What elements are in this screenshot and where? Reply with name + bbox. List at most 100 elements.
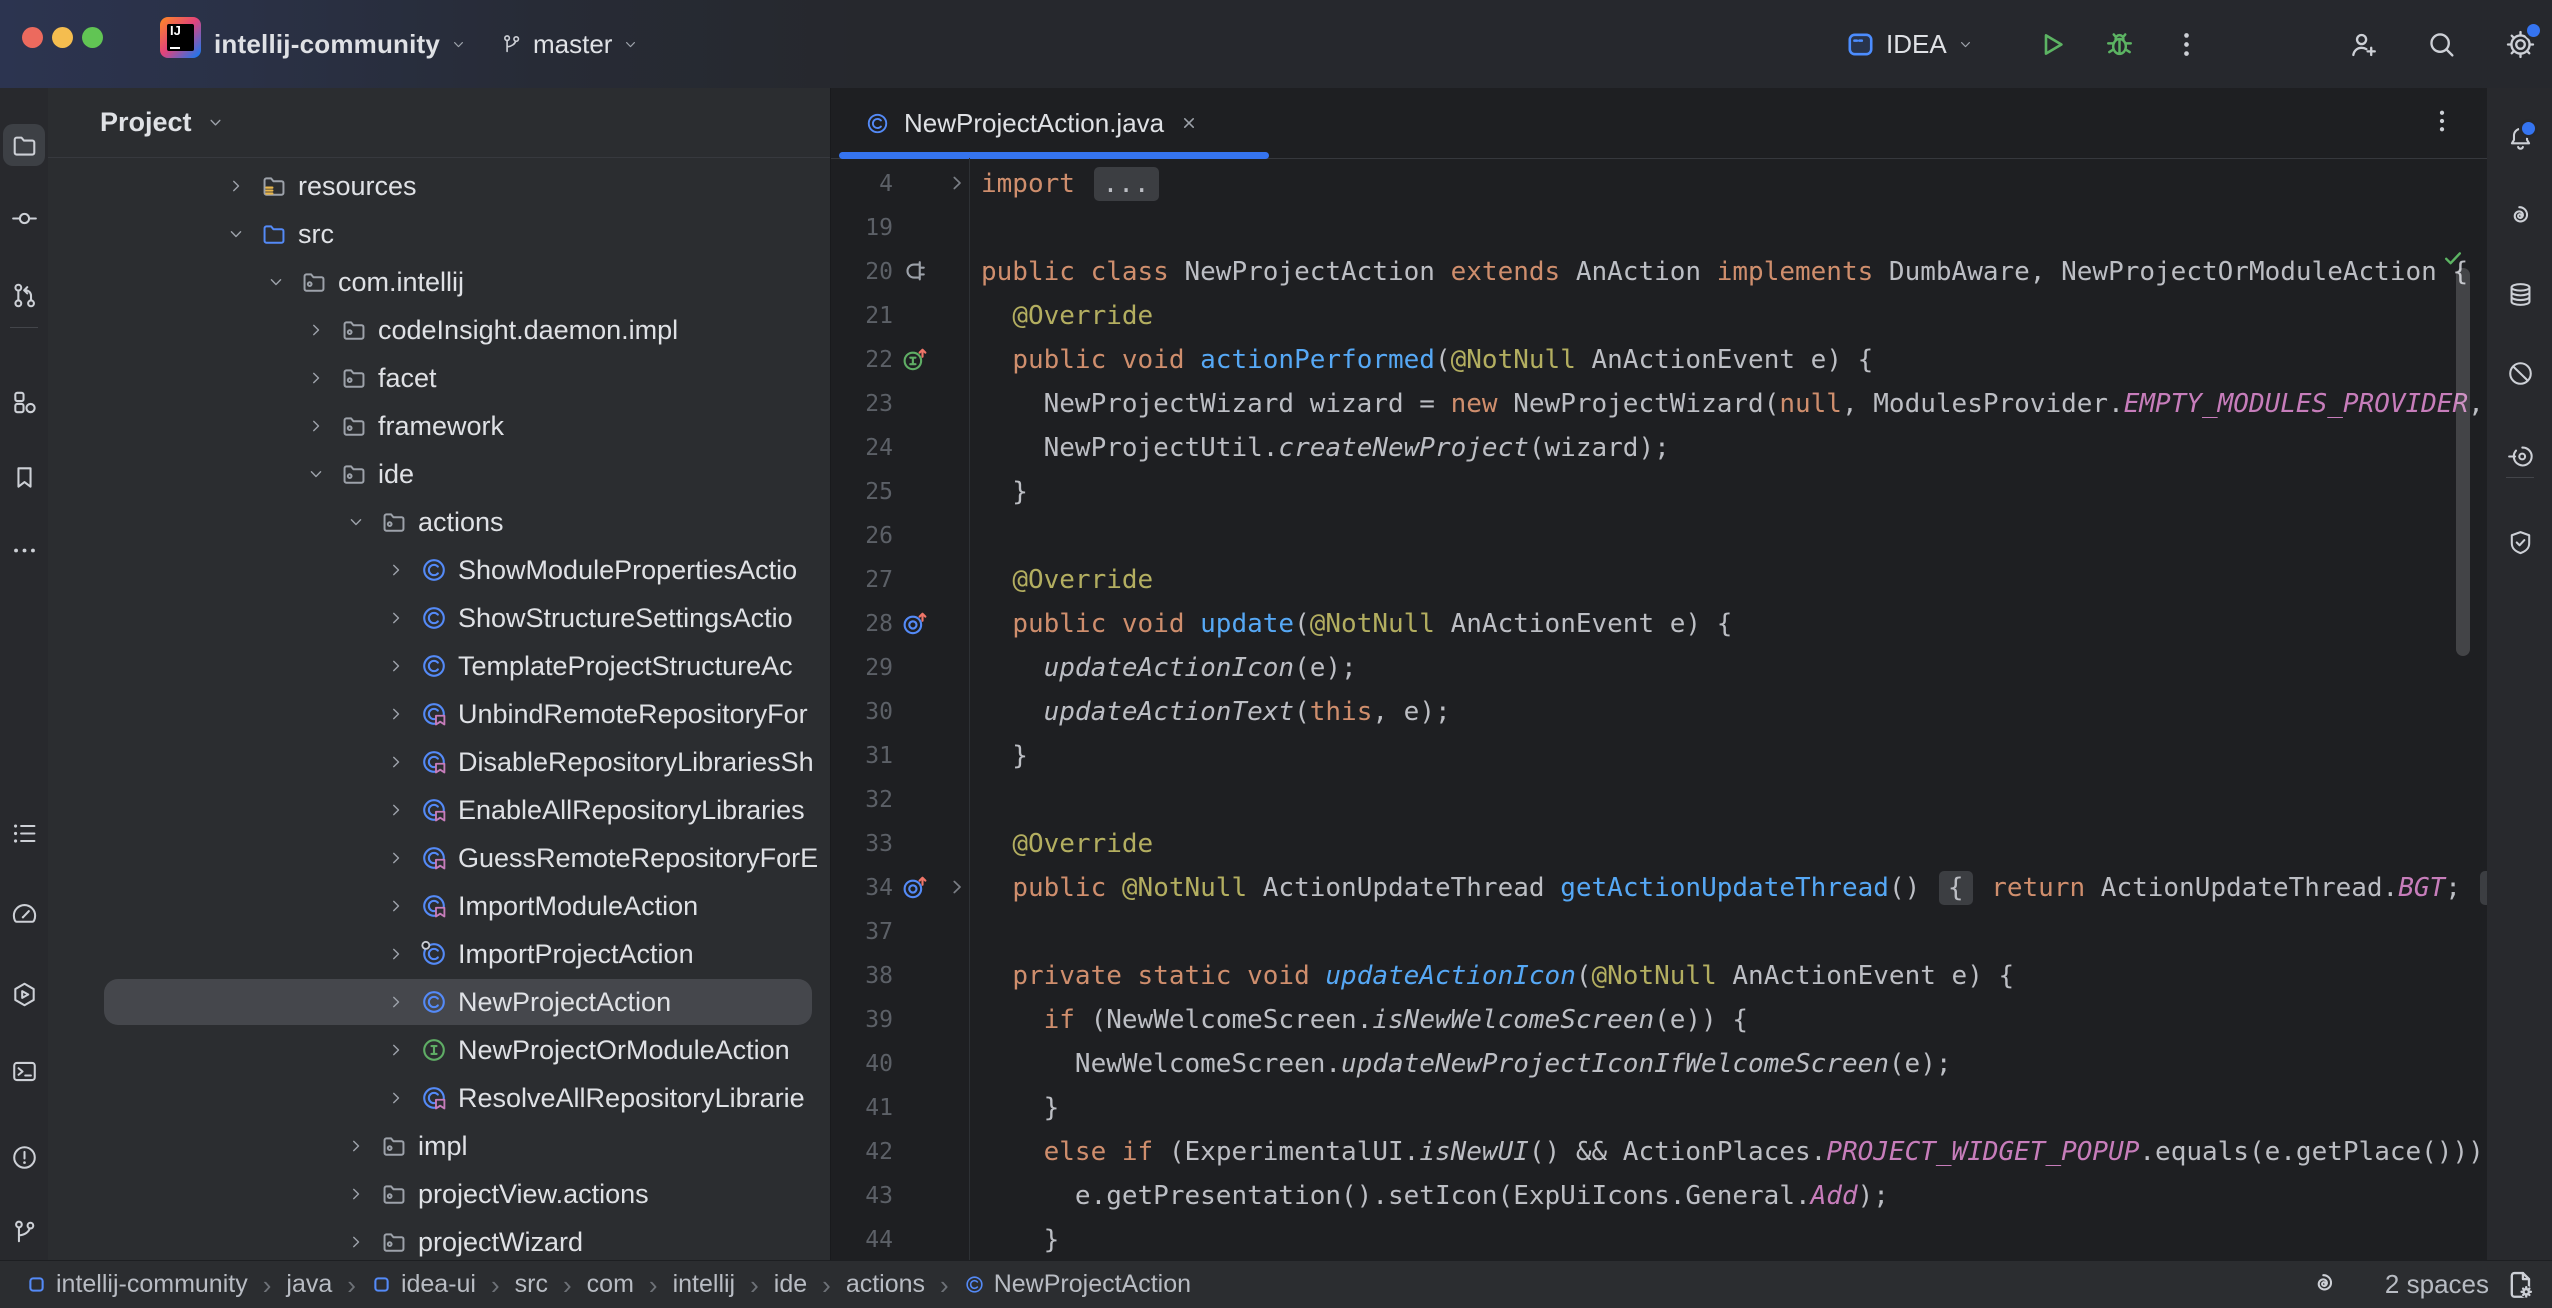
tree-item-enableallrepositorylibraries[interactable]: EnableAllRepositoryLibraries [48,786,830,834]
breadcrumb-item-src[interactable]: src [515,1270,548,1299]
close-icon[interactable] [1178,112,1200,134]
tree-item-com-intellij[interactable]: com.intellij [48,258,830,306]
tree-expand-chevron[interactable] [346,1170,366,1218]
tool-window-button-dependencies[interactable] [2499,521,2541,563]
tool-window-button-todo[interactable] [3,812,45,854]
tree-expand-chevron[interactable] [386,594,406,642]
run-configuration-widget[interactable]: IDEA [1845,0,1974,88]
editor-scrollbar[interactable] [2456,268,2470,656]
search-everywhere-button[interactable] [2419,22,2463,66]
tree-item-projectwizard[interactable]: projectWizard [48,1218,830,1260]
tree-item-unbindremoterepositoryfor[interactable]: UnbindRemoteRepositoryFor [48,690,830,738]
editor-more-icon[interactable] [2427,106,2457,141]
tree-expand-chevron[interactable] [386,930,406,978]
tree-item-newprojectaction[interactable]: NewProjectAction [48,978,830,1026]
tree-expand-chevron[interactable] [386,738,406,786]
tool-window-button-more-tool-windows[interactable] [3,529,45,571]
debug-button[interactable] [2097,22,2141,66]
gutter-overrides-icon[interactable] [901,608,931,643]
breadcrumb-item-newprojectaction[interactable]: NewProjectAction [964,1270,1191,1299]
tool-window-button-pull-requests[interactable] [3,274,45,316]
tool-window-button-profiler[interactable] [3,893,45,935]
gutter-implements-icon[interactable] [901,344,931,379]
tree-expand-chevron[interactable] [306,450,326,498]
breadcrumb-item-idea-ui[interactable]: idea-ui [371,1270,476,1299]
project-panel-header[interactable]: Project [48,88,830,158]
settings-button[interactable] [2498,22,2542,66]
breadcrumb-item-intellij-community[interactable]: intellij-community [26,1270,248,1299]
tree-expand-chevron[interactable] [386,1026,406,1074]
tree-expand-chevron[interactable] [226,210,246,258]
tree-expand-chevron[interactable] [386,834,406,882]
tree-item-src[interactable]: src [48,210,830,258]
tree-expand-chevron[interactable] [386,642,406,690]
tree-expand-chevron[interactable] [306,354,326,402]
tree-expand-chevron[interactable] [386,1074,406,1122]
tree-expand-chevron[interactable] [386,690,406,738]
tree-expand-chevron[interactable] [386,786,406,834]
breadcrumb-item-actions[interactable]: actions [846,1270,925,1299]
run-button[interactable] [2029,22,2073,66]
more-actions-button[interactable] [2164,22,2208,66]
tree-item-codeinsight-daemon-impl[interactable]: codeInsight.daemon.impl [48,306,830,354]
tree-item-templateprojectstructureac[interactable]: TemplateProjectStructureAc [48,642,830,690]
tree-item-showmodulepropertiesactio[interactable]: ShowModulePropertiesActio [48,546,830,594]
tab-newprojectaction-java[interactable]: NewProjectAction.java [839,88,1226,158]
fold-chevron-icon[interactable] [945,171,969,200]
tree-item-guessremoterepositoryfore[interactable]: GuessRemoteRepositoryForE [48,834,830,882]
gutter-overrides-icon[interactable] [901,872,931,907]
tool-window-button-project[interactable] [3,124,45,166]
tree-item-resources[interactable]: resources [48,162,830,210]
tree-expand-chevron[interactable] [346,1218,366,1260]
tree-expand-chevron[interactable] [226,162,246,210]
vcs-branch-widget[interactable]: master [500,0,639,88]
tree-expand-chevron[interactable] [386,978,406,1026]
tree-item-projectview-actions[interactable]: projectView.actions [48,1170,830,1218]
tree-item-disablerepositorylibrariessh[interactable]: DisableRepositoryLibrariesSh [48,738,830,786]
tool-window-button-git[interactable] [3,1211,45,1253]
tree-expand-chevron[interactable] [306,402,326,450]
tree-expand-chevron[interactable] [306,306,326,354]
gutter-subclassed-icon[interactable] [901,256,931,291]
tool-window-button-coverage[interactable] [2499,352,2541,394]
tool-window-button-commit[interactable] [3,197,45,239]
tool-window-button-database[interactable] [2499,273,2541,315]
tool-window-button-endpoints[interactable] [2499,435,2541,477]
breadcrumb-item-java[interactable]: java [286,1270,332,1299]
tree-item-framework[interactable]: framework [48,402,830,450]
tree-expand-chevron[interactable] [346,1122,366,1170]
tree-item-resolveallrepositorylibrarie[interactable]: ResolveAllRepositoryLibrarie [48,1074,830,1122]
tree-item-actions[interactable]: actions [48,498,830,546]
tree-expand-chevron[interactable] [346,498,366,546]
breadcrumb-item-intellij[interactable]: intellij [673,1270,736,1299]
tool-window-button-bookmarks[interactable] [3,456,45,498]
tree-item-showstructuresettingsactio[interactable]: ShowStructureSettingsActio [48,594,830,642]
tree-item-importprojectaction[interactable]: ImportProjectAction [48,930,830,978]
code-with-me-button[interactable] [2341,22,2385,66]
tree-expand-chevron[interactable] [386,546,406,594]
ai-swirl-icon[interactable] [2310,1270,2339,1299]
tree-item-newprojectormoduleaction[interactable]: NewProjectOrModuleAction [48,1026,830,1074]
tree-item-ide[interactable]: ide [48,450,830,498]
breadcrumb-item-ide[interactable]: ide [774,1270,807,1299]
close-window-button[interactable] [22,27,43,48]
tool-window-button-structure[interactable] [3,381,45,423]
indent-widget[interactable]: 2 spaces [2385,1269,2489,1300]
tool-window-button-services[interactable] [3,973,45,1015]
file-settings-icon[interactable] [2503,1268,2536,1301]
tree-item-label: ShowModulePropertiesActio [458,546,797,594]
zoom-window-button[interactable] [82,27,103,48]
tree-expand-chevron[interactable] [266,258,286,306]
tree-item-impl[interactable]: impl [48,1122,830,1170]
tool-window-button-notifications[interactable] [2499,117,2541,159]
tool-window-button-ai-assistant[interactable] [2499,195,2541,237]
tool-window-button-problems[interactable] [3,1136,45,1178]
project-selector[interactable]: intellij-community [214,0,467,88]
tool-window-button-terminal[interactable] [3,1050,45,1092]
tree-item-importmoduleaction[interactable]: ImportModuleAction [48,882,830,930]
tree-item-facet[interactable]: facet [48,354,830,402]
minimize-window-button[interactable] [52,27,73,48]
fold-chevron-icon[interactable] [945,875,969,904]
breadcrumb-item-com[interactable]: com [587,1270,634,1299]
tree-expand-chevron[interactable] [386,882,406,930]
